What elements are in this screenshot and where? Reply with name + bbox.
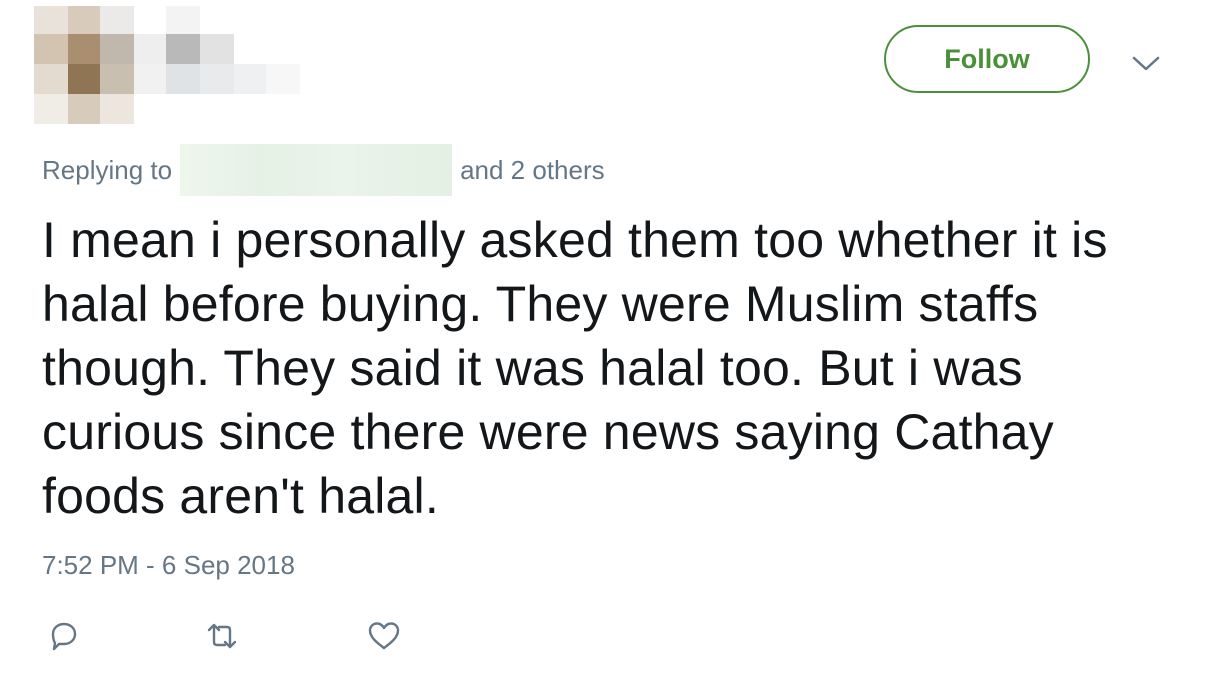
retweet-button[interactable]: [204, 618, 240, 654]
avatar-pixel: [166, 34, 200, 64]
avatar-pixel: [166, 64, 200, 94]
avatar-pixel: [68, 94, 102, 124]
avatar-pixel: [68, 6, 102, 36]
avatar-pixel: [200, 64, 234, 94]
avatar-pixel: [100, 64, 134, 94]
redacted-handle[interactable]: [180, 144, 453, 196]
reply-others-link[interactable]: and 2 others: [460, 155, 605, 186]
avatar-pixel: [134, 34, 168, 64]
like-button[interactable]: [366, 618, 402, 654]
follow-button[interactable]: Follow: [884, 25, 1090, 93]
heart-icon: [366, 618, 402, 654]
avatar-pixel: [34, 64, 68, 94]
reply-icon: [46, 618, 82, 654]
retweet-icon: [204, 618, 240, 654]
chevron-down-icon[interactable]: [1130, 52, 1162, 74]
avatar-pixel: [100, 34, 134, 64]
tweet-text: I mean i personally asked them too wheth…: [42, 212, 1108, 524]
avatar[interactable]: [34, 2, 300, 124]
avatar-pixel: [68, 34, 102, 64]
avatar-pixel: [234, 64, 268, 94]
replying-to-label: Replying to: [42, 154, 173, 185]
avatar-pixel: [100, 6, 134, 36]
tweet-timestamp[interactable]: 7:52 PM - 6 Sep 2018: [42, 550, 295, 581]
avatar-pixel: [266, 64, 300, 94]
reply-button[interactable]: [46, 618, 82, 654]
avatar-pixel: [34, 6, 68, 36]
avatar-pixel: [134, 64, 168, 94]
reply-context: Replying to and 2 others: [42, 144, 605, 196]
avatar-pixel: [68, 64, 102, 94]
avatar-pixel: [100, 94, 134, 124]
avatar-pixel: [34, 94, 68, 124]
avatar-pixel: [34, 34, 68, 64]
avatar-pixel: [166, 6, 200, 36]
avatar-pixel: [200, 34, 234, 64]
